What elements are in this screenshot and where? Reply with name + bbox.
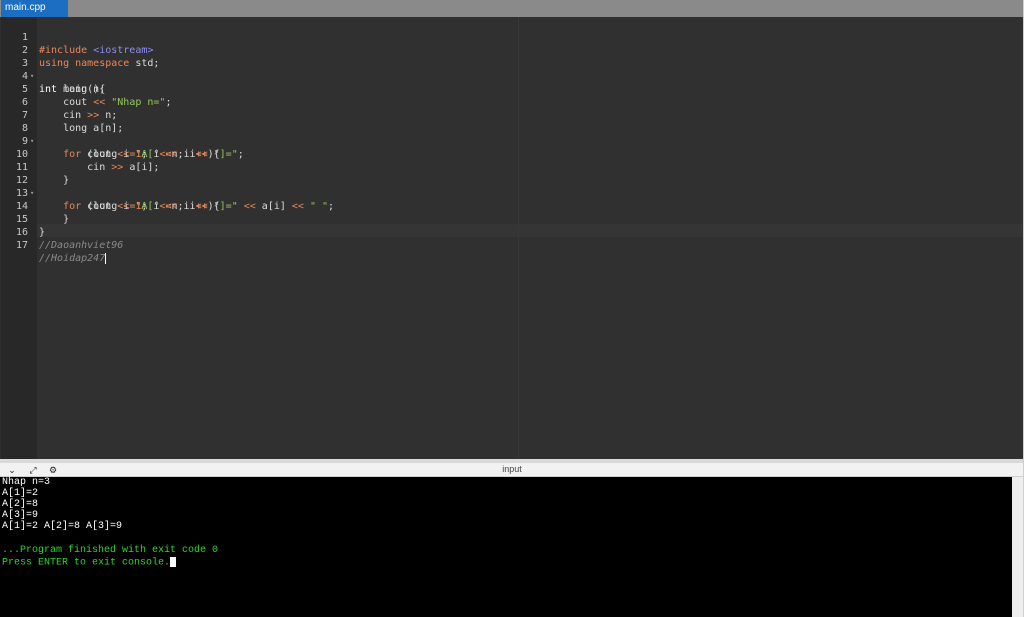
console-exit-message: ...Program finished with exit code 0 — [2, 545, 219, 556]
console-toolbar: ⌄ ⤢ ⚙ input — [0, 463, 1024, 477]
comment: //Hoidap247 — [39, 253, 106, 264]
console-title: input — [502, 464, 522, 474]
code-line: 8 ▾ for (long i=1; i<=n; i++){ — [1, 109, 1023, 160]
code-line: 7 long a[n]; — [1, 96, 1023, 134]
tab-bar: main.cpp — [0, 0, 1024, 17]
console-line: A[1]=2 A[2]=8 A[3]=9 — [2, 521, 123, 532]
code-line: 3 ▾ int main(){ — [1, 44, 1023, 95]
console-cursor — [170, 557, 177, 567]
console-line: A[2]=8 — [2, 499, 39, 510]
code-line: 6 cin >> n; — [1, 83, 1023, 121]
text-cursor — [105, 252, 107, 264]
code-editor[interactable]: 1 #include <iostream> 2 using namespace … — [1, 17, 1023, 459]
code-line: 1 #include <iostream> — [1, 18, 1023, 56]
code-line: 17 //Hoidap247 — [1, 226, 1023, 264]
console-line: A[1]=2 — [2, 488, 39, 499]
code-line: 10 cin >> a[i]; — [1, 135, 1023, 173]
code-line: 9 cout << "A[" << i << "]="; — [1, 122, 1023, 160]
code-line: 5 cout << "Nhap n="; — [1, 70, 1023, 108]
code-line: 16 //Daoanhviet96 — [1, 213, 1023, 251]
code-line: 2 using namespace std; — [1, 31, 1023, 69]
code-line: 4 long n; — [1, 57, 1023, 95]
code-line: 13 cout << "A[" << i << "]=" << a[i] << … — [1, 174, 1023, 212]
tab-main-cpp[interactable]: main.cpp — [1, 0, 68, 17]
console-prompt-text: Press ENTER to exit console. — [2, 557, 171, 569]
comment: //Daoanhviet96 — [39, 240, 124, 251]
code-line: 12 ▾ for (long i=1; i<=n; i++){ — [1, 161, 1023, 212]
console-line: A[3]=9 — [2, 510, 39, 521]
console-line: Nhap n=3 — [2, 477, 51, 488]
code-line: 15 } — [1, 200, 1023, 238]
code-line: 11 } — [1, 148, 1023, 186]
console-output[interactable]: Nhap n=3 A[1]=2 A[2]=8 A[3]=9 A[1]=2 A[2… — [0, 477, 1012, 617]
console-prompt: Press ENTER to exit console. — [2, 557, 177, 569]
line-number: 17 — [15, 240, 28, 251]
code-line: 14 } — [1, 187, 1023, 225]
